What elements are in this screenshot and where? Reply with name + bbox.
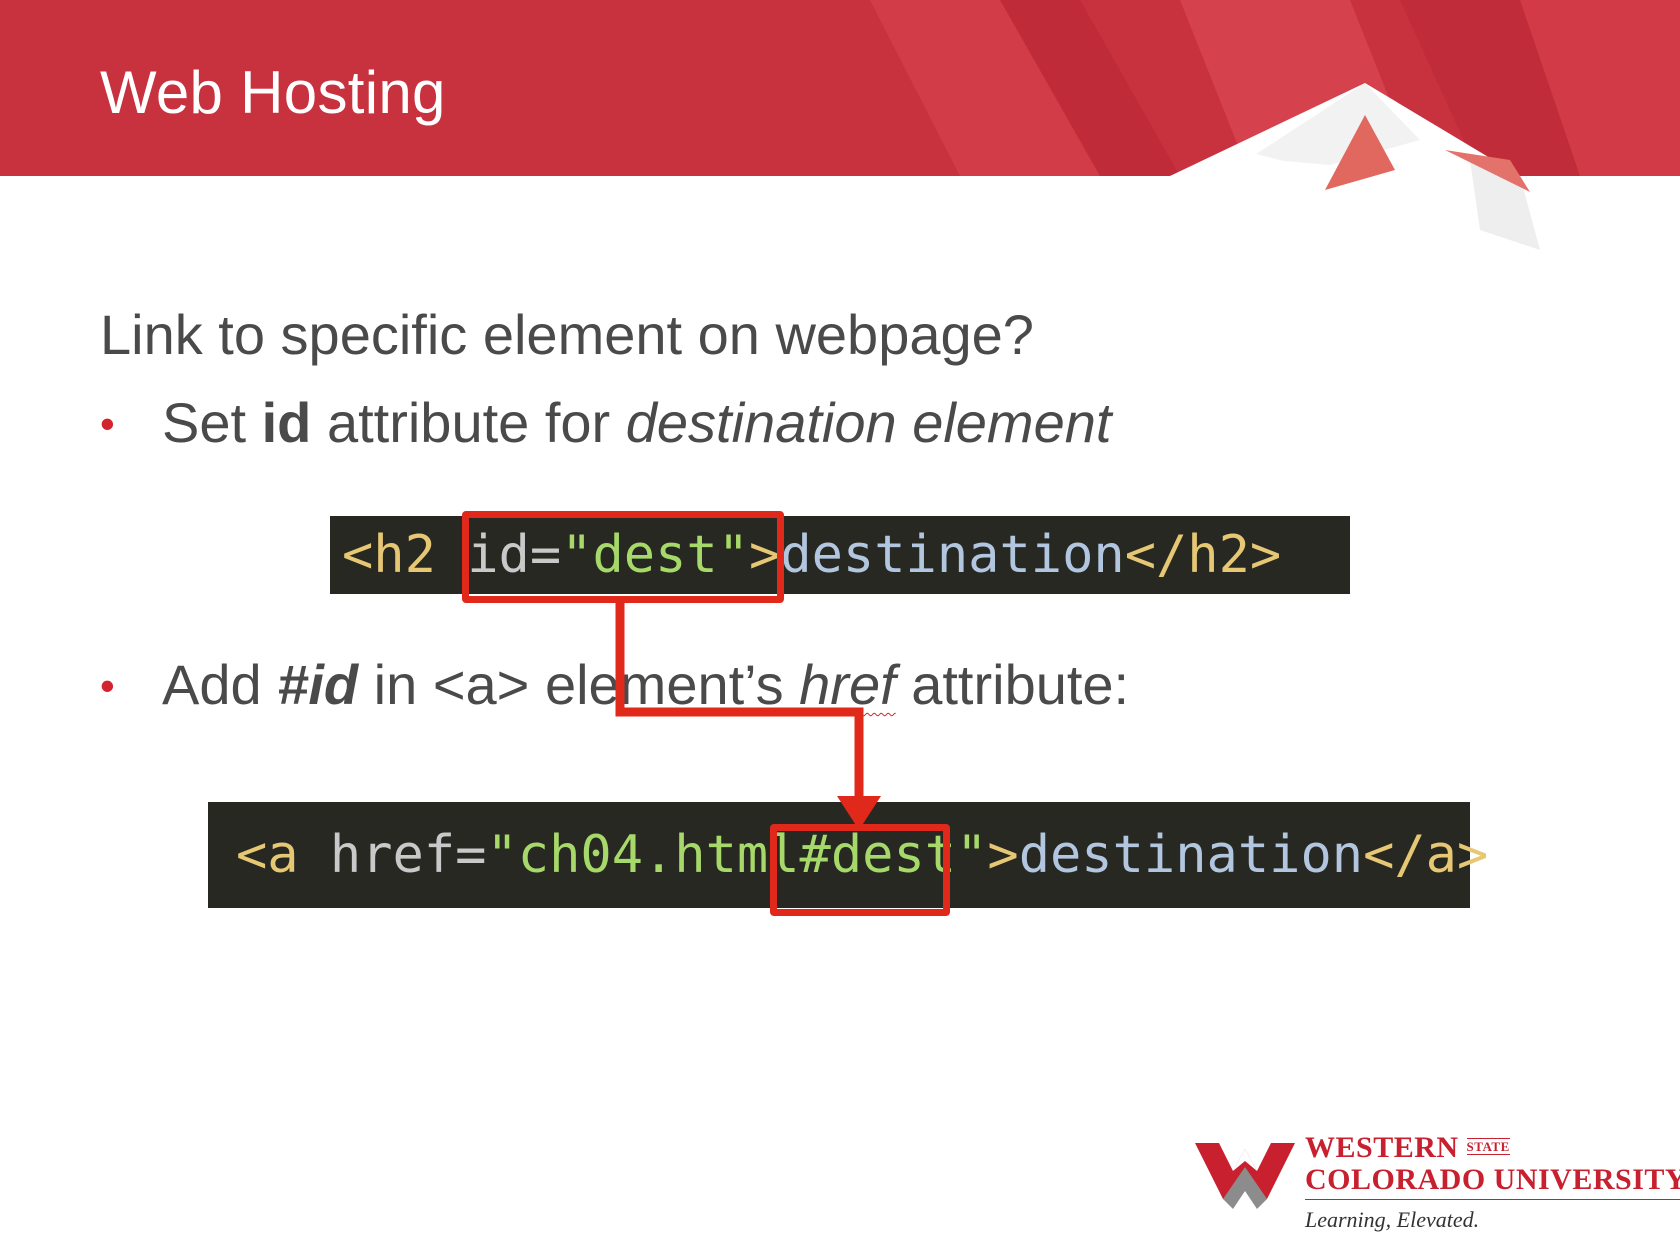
university-logo: WESTERN STATE COLORADO UNIVERSITY Learnin… [1195,1125,1680,1235]
connector-arrow [615,603,881,830]
arrow-head-icon [837,796,881,830]
logo-name-line1: WESTERN STATE [1305,1131,1510,1164]
logo-tagline: Learning, Elevated. [1305,1207,1480,1232]
w-mountain-logo-icon [1195,1143,1295,1209]
logo-state-label: STATE [1466,1138,1510,1155]
logo-name-line2: COLORADO UNIVERSITY [1305,1163,1680,1200]
